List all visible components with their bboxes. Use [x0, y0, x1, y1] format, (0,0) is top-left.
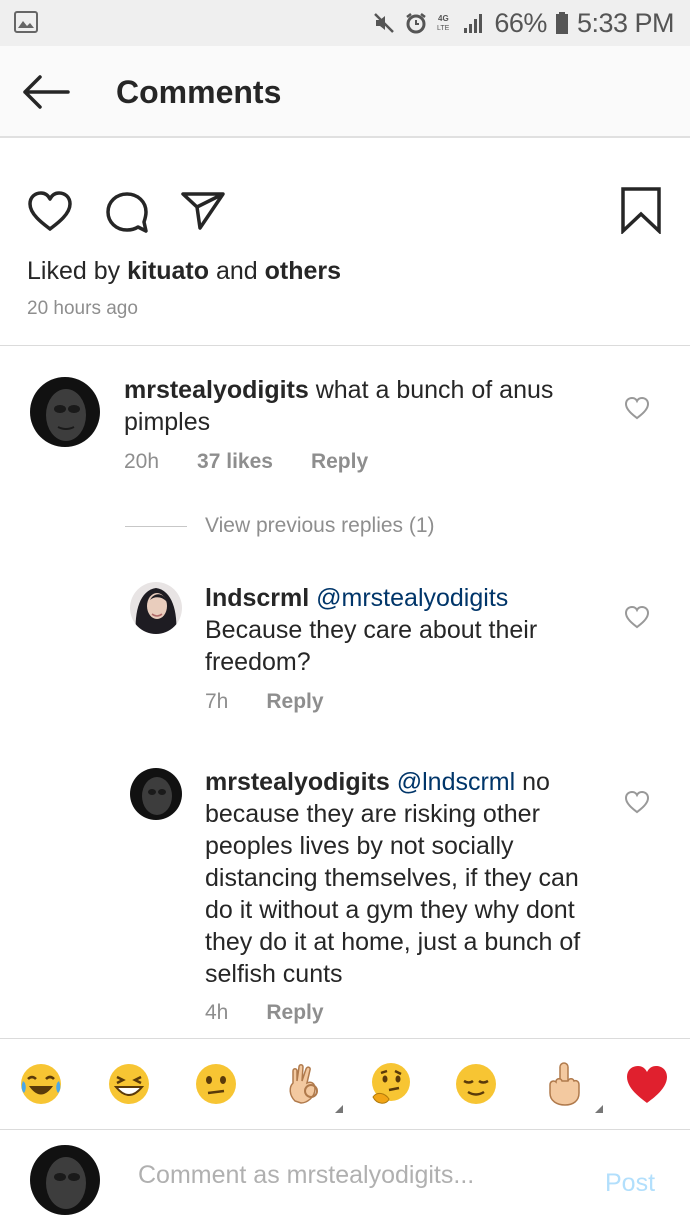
comment-meta: 20h 37 likes Reply: [124, 450, 368, 474]
liked-by-others[interactable]: others: [265, 257, 341, 285]
comment-text: mrstealyodigits what a bunch of anus pim…: [124, 374, 594, 438]
comment-bubble-icon[interactable]: [104, 190, 150, 234]
reply-body: no because they are risking other people…: [205, 768, 581, 988]
reply-meta: 7h Reply: [205, 690, 324, 714]
liked-by-text[interactable]: Liked by kituato and others: [27, 257, 341, 286]
avatar-dark-face-image: [30, 1145, 100, 1215]
svg-text:LTE: LTE: [437, 25, 450, 32]
avatar-dark-face-image: [130, 768, 182, 820]
reply-like-heart-icon[interactable]: [624, 605, 650, 629]
skin-tone-indicator: [595, 1105, 603, 1113]
comment-like-heart-icon[interactable]: [624, 396, 650, 420]
share-send-icon[interactable]: [180, 190, 226, 232]
alarm-icon: [406, 13, 427, 34]
avatar[interactable]: [30, 377, 100, 447]
battery-percent: 66%: [494, 7, 547, 38]
reply-time: 7h: [205, 690, 229, 713]
avatar-woman-image: [130, 582, 182, 634]
signal-icon: [464, 14, 483, 33]
like-heart-icon[interactable]: [26, 190, 74, 232]
reply-username[interactable]: lndscrml: [205, 584, 309, 612]
status-indicators: 4G LTE 66% 5:33 PM: [372, 6, 675, 40]
reply-body: Because they care about their freedom?: [205, 616, 538, 676]
relieved-face-icon[interactable]: [453, 1061, 499, 1107]
comment-username[interactable]: mrstealyodigits: [124, 376, 309, 404]
reply-button[interactable]: Reply: [266, 1001, 323, 1025]
status-bar: 4G LTE 66% 5:33 PM: [0, 0, 690, 46]
avatar[interactable]: [130, 582, 182, 634]
reply-text: mrstealyodigits @lndscrml no because the…: [205, 766, 600, 990]
liked-by-user[interactable]: kituato: [127, 257, 209, 285]
page-title: Comments: [116, 74, 282, 110]
reply-time: 4h: [205, 1001, 229, 1024]
comment-input[interactable]: [138, 1161, 578, 1190]
avatar: [30, 1145, 100, 1215]
thinking-face-icon[interactable]: [367, 1061, 413, 1107]
header: Comments: [0, 46, 690, 138]
grinning-squinting-face-icon[interactable]: [106, 1061, 152, 1107]
post-button[interactable]: Post: [605, 1169, 655, 1198]
reply-like-heart-icon[interactable]: [624, 790, 650, 814]
comment-time: 20h: [124, 450, 160, 473]
ok-hand-icon[interactable]: [281, 1061, 343, 1113]
post-timestamp: 20 hours ago: [27, 298, 138, 319]
view-previous-replies-label: View previous replies (1): [205, 514, 435, 537]
battery-icon: [555, 12, 568, 34]
reply-mention[interactable]: @lndscrml: [397, 768, 515, 796]
ok-hand-glyph: [289, 1064, 318, 1104]
reply-text: lndscrml @mrstealyodigits Because they c…: [205, 582, 595, 678]
gallery-notification-icon: [14, 11, 38, 33]
back-arrow-icon[interactable]: [20, 72, 72, 112]
reply-button[interactable]: Reply: [311, 450, 368, 474]
liked-by-prefix: Liked by: [27, 257, 128, 285]
comment-likes[interactable]: 37 likes: [197, 450, 273, 474]
clock: 5:33 PM: [576, 7, 675, 38]
raised-finger-glyph: [549, 1062, 580, 1106]
view-previous-replies-button[interactable]: View previous replies (1): [125, 514, 435, 538]
skin-tone-indicator: [335, 1105, 343, 1113]
svg-text:4G: 4G: [438, 14, 449, 23]
liked-by-mid: and: [209, 257, 265, 285]
divider: [0, 345, 690, 346]
bookmark-save-icon[interactable]: [620, 186, 662, 234]
divider-line: [125, 525, 187, 527]
raised-finger-icon[interactable]: [541, 1061, 603, 1113]
post-actions: [0, 180, 690, 240]
network-4g-icon: 4G LTE: [437, 14, 450, 32]
comment-compose-bar: Post: [0, 1131, 690, 1227]
reply-button[interactable]: Reply: [266, 690, 323, 714]
red-heart-icon[interactable]: [624, 1061, 670, 1107]
reply-mention[interactable]: @mrstealyodigits: [316, 584, 508, 612]
avatar[interactable]: [130, 768, 182, 820]
face-with-tears-of-joy-icon[interactable]: [18, 1061, 64, 1107]
reply-meta: 4h Reply: [205, 1001, 324, 1025]
quick-emoji-bar: [0, 1038, 690, 1130]
mute-icon: [374, 13, 395, 33]
reply-username[interactable]: mrstealyodigits: [205, 768, 390, 796]
avatar-dark-face-image: [30, 377, 100, 447]
neutral-face-icon[interactable]: [193, 1061, 239, 1107]
